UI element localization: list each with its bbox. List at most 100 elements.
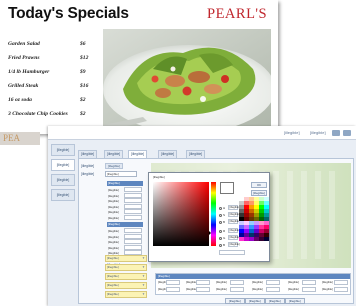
property-input[interactable] [124,203,142,209]
field-radio[interactable] [219,213,222,217]
saturation-brightness-area[interactable] [153,182,209,246]
property-input[interactable] [124,233,142,239]
menu-item-name: 1/4 lb Hamburger [8,69,50,75]
property-input[interactable] [124,209,142,214]
field-input[interactable]: [illegible] [228,235,240,240]
menu-item-name: Fried Prawns [8,55,40,61]
hue-slider-handle[interactable] [209,231,211,235]
menu-item-name: Grilled Steak [8,83,39,89]
field-input[interactable]: [illegible] [228,212,240,217]
menu-item-price: $6 [80,41,86,47]
action-button[interactable]: [illegible] [245,298,265,304]
dropdown[interactable]: [illegible] [105,264,147,271]
prop-input[interactable] [334,287,348,292]
prop-input[interactable] [196,287,210,292]
field-label: B [223,219,226,224]
topbar-button[interactable] [343,130,351,136]
hex-input[interactable] [219,250,245,255]
swatch-palette [239,197,269,241]
property-label: [illegible] [108,240,119,244]
properties-row: [illegible] [illegible] [illegible] [ill… [156,286,350,293]
name-input[interactable]: [illegible] [105,171,137,177]
dropdown[interactable]: [illegible] [105,255,147,262]
salad-photo [103,29,271,132]
field-label: S [223,212,226,217]
field-input[interactable]: [illegible] [228,205,240,210]
color-swatch[interactable] [264,237,269,241]
prop-input[interactable] [166,287,180,292]
prop-input[interactable] [196,280,210,285]
property-label: [illegible] [108,234,119,239]
nav-item-active[interactable]: [illegible] [51,159,75,171]
properties-header: [illegible] [107,181,143,186]
menu-item: 1/4 lb Hamburger $9 [8,66,98,80]
dropdown[interactable]: [illegible] [105,273,147,280]
tab[interactable]: [illegible] [158,150,178,158]
prop-input[interactable] [166,280,180,285]
property-input[interactable] [124,198,142,203]
prop-label: [illegible] [216,280,227,284]
prop-input[interactable] [266,287,280,292]
sub-tab[interactable]: [illegible] [105,163,123,169]
nav-item[interactable]: [illegible] [51,144,75,156]
action-button[interactable]: [illegible] [225,298,245,304]
tab[interactable]: [illegible] [78,150,98,158]
property-input[interactable] [124,187,142,192]
field-radio[interactable] [219,236,222,240]
topbar-button[interactable] [332,130,340,136]
tab[interactable]: [illegible] [186,150,206,158]
property-input[interactable] [124,239,142,244]
prop-input[interactable] [230,280,244,285]
prop-input[interactable] [334,280,348,285]
field-input[interactable]: [illegible] [228,219,240,224]
menu-item-name: Garden Salad [8,41,40,47]
field-label: [illegible] [81,172,95,176]
prop-label: [illegible] [252,280,263,284]
menu-item: 16 oz soda $2 [8,94,98,108]
prop-input[interactable] [230,287,244,292]
prop-label: [illegible] [216,287,227,291]
prop-label: [illegible] [322,280,333,284]
field-radio[interactable] [219,229,222,233]
top-bar: [illegible] [illegible] [48,126,356,140]
ok-button[interactable]: OK [251,182,267,188]
menu-item-price: $2 [80,111,86,117]
field-input[interactable]: [illegible] [228,242,240,247]
field-label: R [223,228,226,233]
field-radio[interactable] [219,206,222,210]
topbar-link[interactable]: [illegible] [310,130,326,135]
topbar-link[interactable]: [illegible] [284,130,300,135]
tab-active[interactable]: [illegible] [128,150,148,158]
prop-input[interactable] [302,280,316,285]
property-input[interactable] [124,192,142,198]
text-properties-panel: [illegible] [illegible] [illegible] [ill… [155,273,351,295]
field-label: [illegible] [81,164,95,168]
field-radio[interactable] [219,220,222,224]
prop-input[interactable] [302,287,316,292]
dropdown[interactable]: [illegible] [105,282,147,289]
tab[interactable]: [illegible] [104,150,124,158]
field-input[interactable]: [illegible] [228,228,240,233]
menu-item-price: $9 [80,69,86,75]
property-input[interactable] [124,244,142,250]
property-input[interactable] [124,228,142,233]
property-row: [illegible] [107,214,143,221]
prop-input[interactable] [266,280,280,285]
field-radio[interactable] [219,243,222,247]
window-title-text: PEA [3,133,21,143]
property-input[interactable] [124,214,142,220]
color-picker-dialog: [illegible] OK [illegible] H [illegible] … [148,172,270,262]
action-button[interactable]: [illegible] [285,298,305,304]
prop-label: [illegible] [288,287,299,291]
property-label: [illegible] [108,188,119,192]
picker-title: [illegible] [153,175,165,179]
action-button[interactable]: [illegible] [265,298,285,304]
menu-item: Garden Salad $6 [8,38,98,52]
nav-item[interactable]: [illegible] [51,174,75,186]
dropdown[interactable]: [illegible] [105,291,147,298]
field-label: H [223,205,226,210]
slide-title: Today's Specials [8,5,129,22]
hue-slider[interactable] [211,182,216,246]
cancel-button[interactable]: [illegible] [251,190,267,196]
nav-item[interactable]: [illegible] [51,189,75,201]
